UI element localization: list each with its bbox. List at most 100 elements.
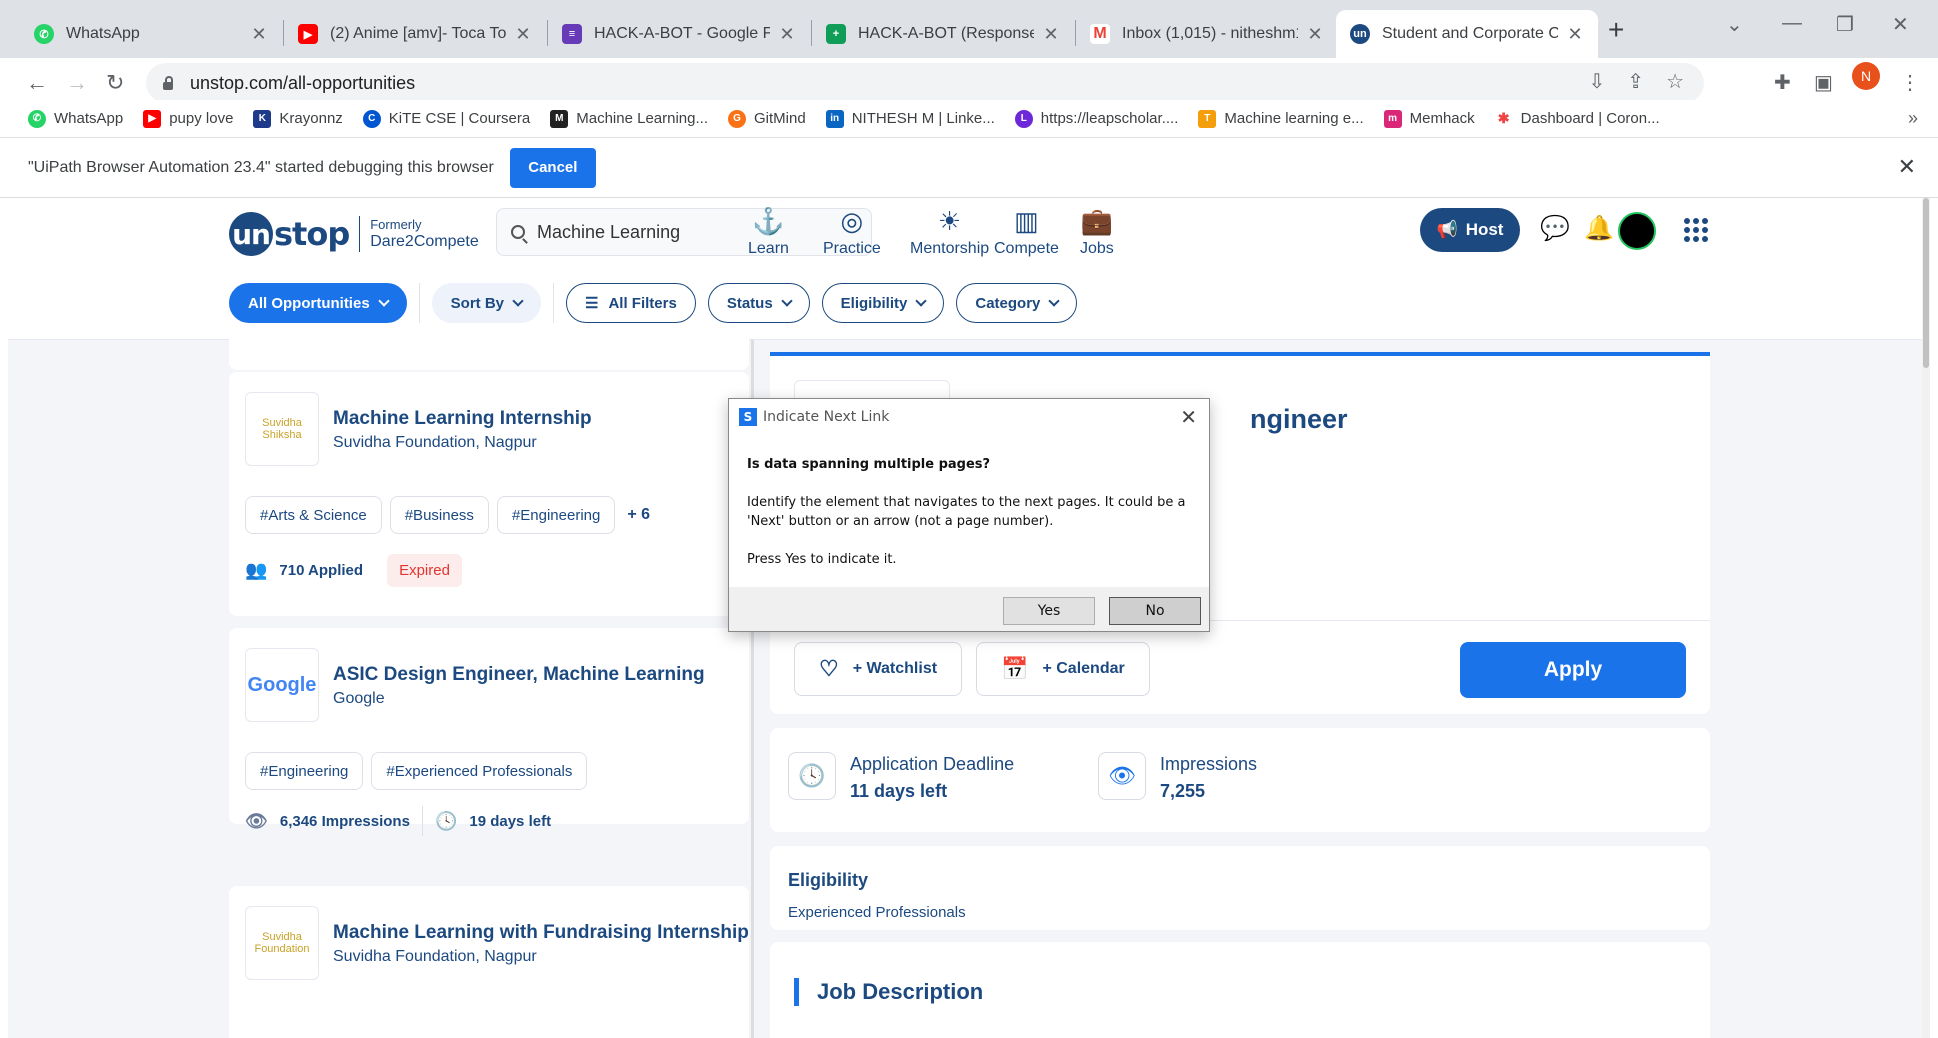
- close-infobar-icon[interactable]: ✕: [1898, 154, 1916, 180]
- filter-bar: All Opportunities Sort By ☰ All Filters S…: [229, 283, 1089, 323]
- window-close-icon[interactable]: ✕: [1892, 12, 1909, 37]
- cancel-debugging-button[interactable]: Cancel: [509, 147, 596, 188]
- bookmark-tensorflow[interactable]: T Machine learning e...: [1198, 109, 1364, 128]
- side-panel-icon[interactable]: ▣: [1814, 70, 1833, 95]
- nav-mentorship[interactable]: ☀ Mentorship: [910, 206, 989, 258]
- nav-compete[interactable]: ▥ Compete: [994, 206, 1059, 258]
- tab-unstop[interactable]: un Student and Corporate Con ✕: [1336, 10, 1598, 58]
- search-box[interactable]: [496, 208, 872, 256]
- minimize-icon[interactable]: —: [1782, 12, 1802, 35]
- bookmark-memhack[interactable]: m Memhack: [1383, 109, 1475, 128]
- list-item[interactable]: Suvidha Shiksha Machine Learning Interns…: [229, 372, 749, 616]
- bookmark-linkedin[interactable]: in NITHESH M | Linke...: [825, 109, 995, 128]
- all-opportunities-dropdown[interactable]: All Opportunities: [229, 283, 407, 323]
- close-icon[interactable]: ✕: [1566, 24, 1584, 45]
- detail-title: ngineer: [1250, 404, 1348, 434]
- page-scrollbar[interactable]: [1922, 198, 1930, 1038]
- list-item[interactable]: Suvidha Foundation Machine Learning with…: [229, 886, 749, 1038]
- unstop-logo[interactable]: un stop Formerly Dare2Compete: [229, 212, 479, 256]
- bookmark-leapscholar[interactable]: Lhttps://leapscholar....: [1014, 109, 1178, 128]
- bookmark-gitmind[interactable]: G GitMind: [728, 109, 806, 128]
- yes-button[interactable]: Yes: [1003, 597, 1095, 625]
- watchlist-button[interactable]: ♡ + Watchlist: [794, 642, 963, 696]
- tag[interactable]: #Business: [389, 496, 489, 534]
- tag[interactable]: #Engineering: [496, 496, 616, 534]
- tag[interactable]: #Engineering: [245, 752, 364, 790]
- apply-button[interactable]: Apply: [1460, 642, 1686, 698]
- apps-grid-icon[interactable]: [1684, 218, 1708, 242]
- bookmark-dashboard-corona[interactable]: ✱ Dashboard | Coron...: [1494, 109, 1660, 128]
- lock-icon[interactable]: [162, 76, 174, 90]
- new-tab-icon[interactable]: +: [1608, 14, 1624, 46]
- share-icon[interactable]: ⇪: [1627, 69, 1644, 94]
- tab-search-icon[interactable]: ⌄: [1726, 12, 1743, 37]
- chat-icon[interactable]: 💬: [1540, 214, 1570, 243]
- all-filters-button[interactable]: ☰ All Filters: [566, 283, 696, 323]
- forward-icon[interactable]: →: [66, 70, 88, 96]
- profile-avatar[interactable]: N: [1852, 62, 1880, 90]
- user-avatar[interactable]: [1618, 212, 1656, 250]
- bookmark-star-icon[interactable]: ☆: [1666, 69, 1684, 94]
- close-icon[interactable]: ✕: [1042, 24, 1060, 45]
- restore-icon[interactable]: ❐: [1836, 12, 1854, 37]
- close-icon[interactable]: ✕: [250, 24, 268, 45]
- close-icon[interactable]: ✕: [778, 24, 796, 45]
- opportunity-title[interactable]: Machine Learning with Fundraising Intern…: [333, 922, 749, 944]
- menu-icon[interactable]: ⋮: [1900, 70, 1920, 95]
- status-badge: Expired: [387, 554, 462, 587]
- close-icon[interactable]: ✕: [1306, 24, 1324, 45]
- nav-learn[interactable]: ⚓ Learn: [748, 206, 789, 258]
- bookmark-machine-learning[interactable]: M Machine Learning...: [550, 109, 708, 128]
- bookmark-whatsapp[interactable]: ✆ WhatsApp: [28, 109, 123, 128]
- bookmarks-overflow-icon[interactable]: »: [1908, 108, 1918, 129]
- extensions-icon[interactable]: ✚: [1774, 70, 1791, 95]
- youtube-icon: ▶: [298, 24, 318, 44]
- tag[interactable]: #Experienced Professionals: [371, 752, 588, 790]
- eligibility-card: Eligibility Experienced Professionals: [770, 846, 1710, 930]
- opportunity-title[interactable]: ASIC Design Engineer, Machine Learning: [333, 664, 705, 686]
- tab-google-forms[interactable]: ≡ HACK-A-BOT - Google Form ✕: [548, 10, 810, 58]
- more-tags[interactable]: + 6: [627, 506, 650, 524]
- bookmark-pupy-love[interactable]: ▶ pupy love: [143, 109, 233, 128]
- tab-youtube[interactable]: ▶ (2) Anime [amv]- Toca Toca ✕: [284, 10, 546, 58]
- tab-google-sheets[interactable]: + HACK-A-BOT (Responses) - ✕: [812, 10, 1074, 58]
- bookmark-coursera[interactable]: C KiTE CSE | Coursera: [362, 109, 530, 128]
- back-icon[interactable]: ←: [26, 70, 48, 96]
- list-item[interactable]: Google ASIC Design Engineer, Machine Lea…: [229, 628, 749, 836]
- address-bar[interactable]: unstop.com/all-opportunities ⇩ ⇪ ☆: [146, 63, 1704, 103]
- job-description-card: Job Description: [770, 942, 1710, 1038]
- nav-label: Practice: [823, 240, 881, 257]
- bookmark-label: Machine learning e...: [1224, 110, 1364, 127]
- list-item[interactable]: [229, 330, 749, 370]
- category-dropdown[interactable]: Category: [956, 283, 1078, 323]
- indicate-next-link-dialog: S Indicate Next Link ✕ Is data spanning …: [728, 398, 1210, 632]
- search-input[interactable]: [537, 221, 857, 243]
- watchlist-label: + Watchlist: [852, 660, 938, 677]
- sort-by-dropdown[interactable]: Sort By: [431, 283, 542, 323]
- host-button[interactable]: 📢 Host: [1420, 208, 1520, 252]
- calendar-button[interactable]: 📅 + Calendar: [976, 642, 1150, 696]
- chevron-down-icon: [781, 295, 793, 307]
- nav-practice[interactable]: ◎ Practice: [823, 206, 881, 258]
- install-icon[interactable]: ⇩: [1589, 69, 1606, 94]
- dialog-footer: Yes No: [729, 587, 1209, 631]
- bell-icon[interactable]: 🔔: [1584, 214, 1614, 243]
- status-dropdown[interactable]: Status: [707, 283, 810, 323]
- close-icon[interactable]: ✕: [514, 24, 532, 45]
- bookmark-krayonnz[interactable]: K Krayonnz: [253, 109, 343, 128]
- reload-icon[interactable]: ↻: [106, 70, 124, 96]
- opportunity-title[interactable]: Machine Learning Internship: [333, 408, 592, 430]
- memhack-icon: m: [1383, 109, 1402, 128]
- podium-icon: ▥: [1014, 206, 1039, 236]
- nav-jobs[interactable]: 💼 Jobs: [1080, 206, 1114, 258]
- bookmark-label: Machine Learning...: [576, 110, 708, 127]
- eligibility-dropdown[interactable]: Eligibility: [821, 283, 945, 323]
- briefcase-icon: 💼: [1080, 206, 1114, 236]
- filter-label: Status: [726, 294, 773, 312]
- tag[interactable]: #Arts & Science: [245, 496, 382, 534]
- tab-gmail[interactable]: M Inbox (1,015) - nitheshm17 ✕: [1076, 10, 1338, 58]
- tab-whatsapp[interactable]: ✆ WhatsApp ✕: [20, 10, 282, 58]
- bookmark-label: Dashboard | Coron...: [1520, 110, 1660, 127]
- dialog-close-icon[interactable]: ✕: [1180, 405, 1197, 429]
- no-button[interactable]: No: [1109, 597, 1201, 625]
